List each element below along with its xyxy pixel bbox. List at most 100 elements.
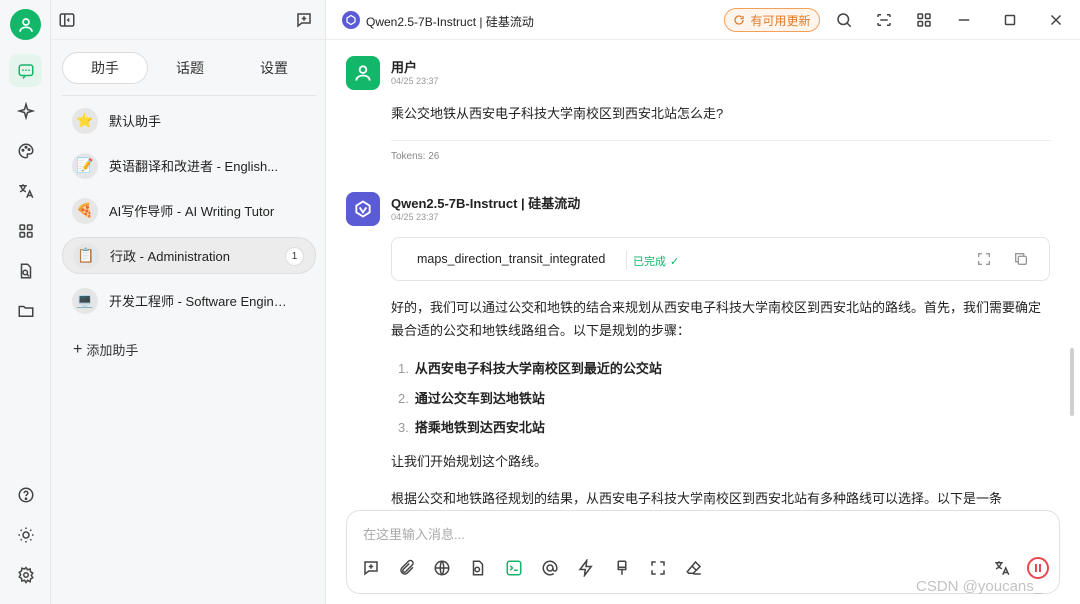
assistant-item-writing-tutor[interactable]: 🍕 AI写作导师 - AI Writing Tutor bbox=[62, 192, 316, 229]
step-text: 从西安电子科技大学南校区到最近的公交站 bbox=[414, 361, 662, 376]
grid-icon[interactable] bbox=[915, 11, 933, 29]
token-count: Tokens: 26 bbox=[391, 151, 440, 162]
user-icon bbox=[355, 65, 371, 81]
help-button[interactable] bbox=[9, 478, 42, 511]
laptop-emoji-icon: 💻 bbox=[72, 287, 98, 314]
web-search-globe-icon[interactable] bbox=[433, 559, 451, 577]
assistant-list: ⭐ 默认助手 📝 英语翻译和改进者 - English... 🍕 AI写作导师 … bbox=[62, 102, 316, 327]
pizza-emoji-icon: 🍕 bbox=[72, 197, 98, 224]
minimize-icon[interactable] bbox=[955, 11, 973, 29]
topic-count-badge: 1 bbox=[285, 247, 304, 266]
tool-status-label: 已完成 bbox=[633, 256, 666, 268]
route-step: 1. 从西安电子科技大学南校区到最近的公交站 bbox=[398, 358, 662, 377]
stop-generation-button[interactable] bbox=[1027, 557, 1049, 579]
quick-phrase-bolt-icon[interactable] bbox=[577, 559, 595, 577]
clipboard-emoji-icon: 📋 bbox=[73, 242, 99, 269]
file-search-icon bbox=[20, 263, 31, 278]
settings-button[interactable] bbox=[9, 558, 42, 591]
assistant-name: 默认助手 bbox=[109, 114, 162, 129]
message-input[interactable]: 在这里输入消息... bbox=[363, 524, 465, 543]
assistant-panel: 助手 话题 设置 ⭐ 默认助手 📝 英语翻译和改进者 - English... … bbox=[51, 0, 326, 604]
route-step: 2. 通过公交车到达地铁站 bbox=[398, 388, 545, 407]
add-assistant-button[interactable]: + 添加助手 bbox=[73, 340, 138, 359]
assistant-after-text: 让我们开始规划这个路线。 bbox=[391, 454, 548, 469]
settings-gear-icon bbox=[17, 565, 34, 584]
new-topic-icon[interactable] bbox=[295, 11, 313, 29]
model-logo-icon bbox=[346, 14, 356, 26]
clear-brush-icon[interactable] bbox=[613, 559, 631, 577]
step-text: 通过公交车到达地铁站 bbox=[414, 391, 545, 406]
layout-icon[interactable] bbox=[875, 11, 893, 29]
assistant-name: 开发工程师 - Software Engineer bbox=[109, 294, 289, 309]
model-logo bbox=[342, 11, 360, 29]
assistant-result-text: 根据公交和地铁路径规划的结果，从西安电子科技大学南校区到西安北站有多种路线可以选… bbox=[391, 491, 1003, 506]
pause-bar-icon bbox=[1039, 564, 1041, 572]
chat-scrollbar[interactable] bbox=[1070, 348, 1074, 416]
tabs-divider bbox=[62, 95, 316, 96]
files-nav-button[interactable] bbox=[9, 254, 42, 287]
mention-at-icon[interactable] bbox=[541, 559, 559, 577]
step-number: 1. bbox=[398, 361, 409, 376]
expand-icon[interactable] bbox=[976, 251, 992, 267]
step-text: 搭乘地铁到达西安北站 bbox=[414, 420, 545, 435]
tab-settings[interactable]: 设置 bbox=[232, 52, 316, 84]
sidebar-toggle-icon[interactable] bbox=[58, 11, 76, 29]
message-time: 04/25 23:37 bbox=[391, 212, 439, 222]
agents-nav-button[interactable] bbox=[9, 94, 42, 127]
translate-nav-button[interactable] bbox=[9, 174, 42, 207]
copy-icon[interactable] bbox=[1013, 251, 1029, 267]
palette-icon bbox=[18, 142, 34, 159]
folder-icon bbox=[18, 305, 33, 317]
assistant-item-administration[interactable]: 📋 行政 - Administration 1 bbox=[62, 237, 316, 274]
assistant-name: 行政 - Administration bbox=[110, 249, 230, 264]
tool-divider bbox=[626, 251, 627, 269]
knowledge-file-icon[interactable] bbox=[469, 559, 487, 577]
update-label: 有可用更新 bbox=[750, 13, 811, 28]
close-icon[interactable] bbox=[1047, 11, 1065, 29]
theme-toggle-button[interactable] bbox=[9, 518, 42, 551]
panel-tabs: 助手 话题 设置 bbox=[62, 52, 316, 84]
assistant-name: AI写作导师 - AI Writing Tutor bbox=[109, 204, 275, 219]
translate-icon[interactable] bbox=[993, 559, 1011, 577]
tool-name: maps_direction_transit_integrated bbox=[417, 252, 606, 266]
route-step: 3. 搭乘地铁到达西安北站 bbox=[398, 417, 545, 436]
attachment-icon[interactable] bbox=[398, 559, 416, 577]
apps-nav-button[interactable] bbox=[9, 214, 42, 247]
tab-assistants[interactable]: 助手 bbox=[62, 52, 148, 84]
assistant-item-default[interactable]: ⭐ 默认助手 bbox=[62, 102, 316, 139]
search-icon[interactable] bbox=[835, 11, 853, 29]
apps-icon bbox=[18, 223, 33, 238]
folder-nav-button[interactable] bbox=[9, 294, 42, 327]
user-icon bbox=[18, 17, 33, 32]
star-emoji-icon: ⭐ bbox=[72, 107, 98, 134]
eraser-icon[interactable] bbox=[685, 559, 703, 577]
user-message-text: 乘公交地铁从西安电子科技大学南校区到西安北站怎么走? bbox=[391, 106, 724, 121]
model-title[interactable]: Qwen2.5-7B-Instruct | 硅基流动 bbox=[366, 13, 534, 30]
translate-icon bbox=[18, 183, 33, 198]
plus-icon: + bbox=[73, 340, 83, 358]
chat-nav-button[interactable] bbox=[9, 54, 42, 87]
panel-toolbar bbox=[51, 0, 325, 40]
message-time: 04/25 23:37 bbox=[391, 76, 439, 86]
sparkle-icon bbox=[16, 101, 35, 120]
chat-icon bbox=[18, 63, 33, 79]
new-topic-icon[interactable] bbox=[362, 559, 380, 577]
tool-call-card[interactable]: maps_direction_transit_integrated 已完成 ✓ bbox=[391, 237, 1050, 281]
maximize-icon[interactable] bbox=[1001, 11, 1019, 29]
step-number: 2. bbox=[398, 391, 409, 406]
check-icon: ✓ bbox=[670, 255, 680, 268]
message-author: Qwen2.5-7B-Instruct | 硅基流动 bbox=[391, 196, 581, 211]
chat-topbar: Qwen2.5-7B-Instruct | 硅基流动 有可用更新 bbox=[326, 0, 1080, 40]
refresh-icon bbox=[734, 15, 745, 25]
assistant-item-translator[interactable]: 📝 英语翻译和改进者 - English... bbox=[62, 147, 316, 184]
help-icon bbox=[18, 487, 33, 502]
user-avatar[interactable] bbox=[10, 9, 41, 40]
fullscreen-icon[interactable] bbox=[649, 559, 667, 577]
assistant-item-software-engineer[interactable]: 💻 开发工程师 - Software Engineer bbox=[62, 282, 316, 319]
assistant-name: 英语翻译和改进者 - English... bbox=[109, 159, 279, 174]
tab-topics[interactable]: 话题 bbox=[148, 52, 232, 84]
paintings-nav-button[interactable] bbox=[9, 134, 42, 167]
mcp-terminal-icon[interactable] bbox=[505, 559, 523, 577]
add-assistant-label: 添加助手 bbox=[86, 343, 139, 358]
update-available-button[interactable]: 有可用更新 bbox=[724, 8, 820, 32]
